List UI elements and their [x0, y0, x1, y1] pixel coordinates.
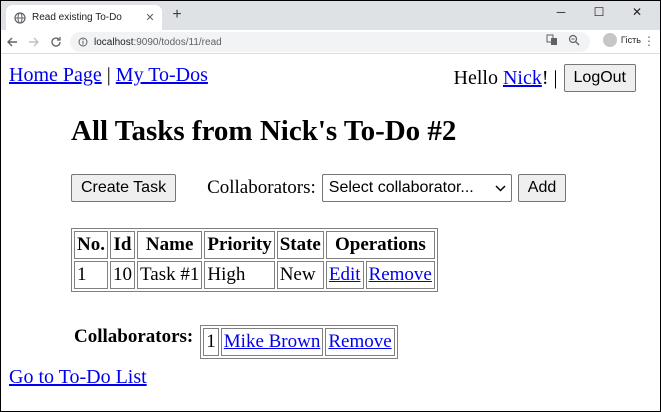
collaborators-select-label: Collaborators:	[207, 177, 316, 198]
cell-id: 10	[109, 261, 135, 289]
add-collaborator-button[interactable]: Add	[517, 174, 567, 202]
logout-button[interactable]: LogOut	[563, 64, 636, 92]
profile-button[interactable]: Гість	[602, 33, 641, 47]
remove-task-link[interactable]: Remove	[369, 264, 432, 285]
url-path: :9090/todos/11/read	[133, 36, 222, 48]
header-operations: Operations	[325, 231, 435, 259]
translate-icon[interactable]	[545, 33, 559, 47]
collab-no: 1	[203, 328, 219, 356]
table-row: 1 10 Task #1 High New Edit Remove	[74, 261, 435, 289]
home-page-link[interactable]: Home Page	[9, 64, 102, 86]
collaborator-name-link[interactable]: Mike Brown	[224, 331, 321, 352]
top-nav: Home Page | My To-Dos	[9, 64, 208, 87]
collab-remove-cell: Remove	[325, 328, 395, 356]
cell-edit: Edit	[325, 261, 364, 289]
collaborators-section: Collaborators: 1 Mike Brown Remove	[74, 325, 398, 359]
header-priority: Priority	[204, 231, 275, 259]
page-title: All Tasks from Nick's To-Do #2	[71, 115, 457, 147]
greeting-text: Hello	[453, 66, 503, 89]
zoom-icon[interactable]	[567, 33, 581, 47]
reload-icon[interactable]	[46, 32, 66, 52]
collaborators-table: 1 Mike Brown Remove	[200, 325, 398, 359]
window-close-icon[interactable]: ✕	[619, 0, 655, 24]
user-box: Hello Nick ! | LogOut	[454, 64, 636, 92]
table-row: 1 Mike Brown Remove	[203, 328, 395, 356]
cell-remove: Remove	[365, 261, 435, 289]
cell-priority: High	[204, 261, 275, 289]
maximize-icon[interactable]: ☐	[581, 0, 617, 24]
collaborator-select-value: Select collaborator...	[328, 179, 474, 196]
header-id: Id	[109, 231, 135, 259]
tab-bar: Read existing To-Do ✕ + ─ ☐ ✕	[0, 0, 661, 30]
forward-icon[interactable]	[24, 32, 44, 52]
edit-task-link[interactable]: Edit	[329, 264, 361, 285]
header-state: State	[276, 231, 324, 259]
controls-row: Create Task Collaborators: Select collab…	[71, 174, 567, 202]
address-bar[interactable]: localhost:9090/todos/11/read	[70, 32, 590, 52]
menu-icon[interactable]: ⋮	[643, 34, 655, 48]
go-to-todo-list-link[interactable]: Go to To-Do List	[9, 366, 147, 389]
table-header-row: No. Id Name Priority State Operations	[74, 231, 435, 259]
tab-title: Read existing To-Do	[32, 12, 122, 23]
collab-name-cell: Mike Brown	[220, 328, 324, 356]
profile-icon	[602, 33, 617, 47]
globe-icon	[14, 11, 26, 24]
page-content: Home Page | My To-Dos Hello Nick ! | Log…	[0, 55, 661, 412]
tab-close-icon[interactable]: ✕	[142, 11, 158, 24]
create-task-button[interactable]: Create Task	[71, 174, 177, 202]
minimize-icon[interactable]: ─	[543, 0, 579, 24]
chevron-down-icon	[495, 184, 506, 192]
collaborators-heading: Collaborators:	[74, 326, 194, 347]
new-tab-button[interactable]: +	[168, 6, 186, 24]
cell-no: 1	[74, 261, 108, 289]
collaborator-select[interactable]: Select collaborator...	[321, 174, 512, 202]
back-icon[interactable]	[2, 32, 22, 52]
tasks-table: No. Id Name Priority State Operations 1 …	[71, 228, 438, 292]
browser-toolbar: localhost:9090/todos/11/read Гість ⋮	[0, 30, 661, 54]
cell-name: Task #1	[136, 261, 203, 289]
header-no: No.	[74, 231, 108, 259]
profile-label: Гість	[620, 35, 641, 45]
nav-separator: |	[106, 64, 111, 86]
url-host: localhost	[94, 36, 134, 48]
remove-collaborator-link[interactable]: Remove	[328, 331, 391, 352]
header-name: Name	[136, 231, 203, 259]
my-todos-link[interactable]: My To-Dos	[116, 64, 208, 86]
tab-active[interactable]: Read existing To-Do ✕	[6, 5, 162, 30]
cell-state: New	[276, 261, 324, 289]
user-name-link[interactable]: Nick	[503, 67, 542, 90]
info-icon[interactable]	[78, 37, 88, 47]
greeting-suffix: ! |	[541, 66, 558, 89]
